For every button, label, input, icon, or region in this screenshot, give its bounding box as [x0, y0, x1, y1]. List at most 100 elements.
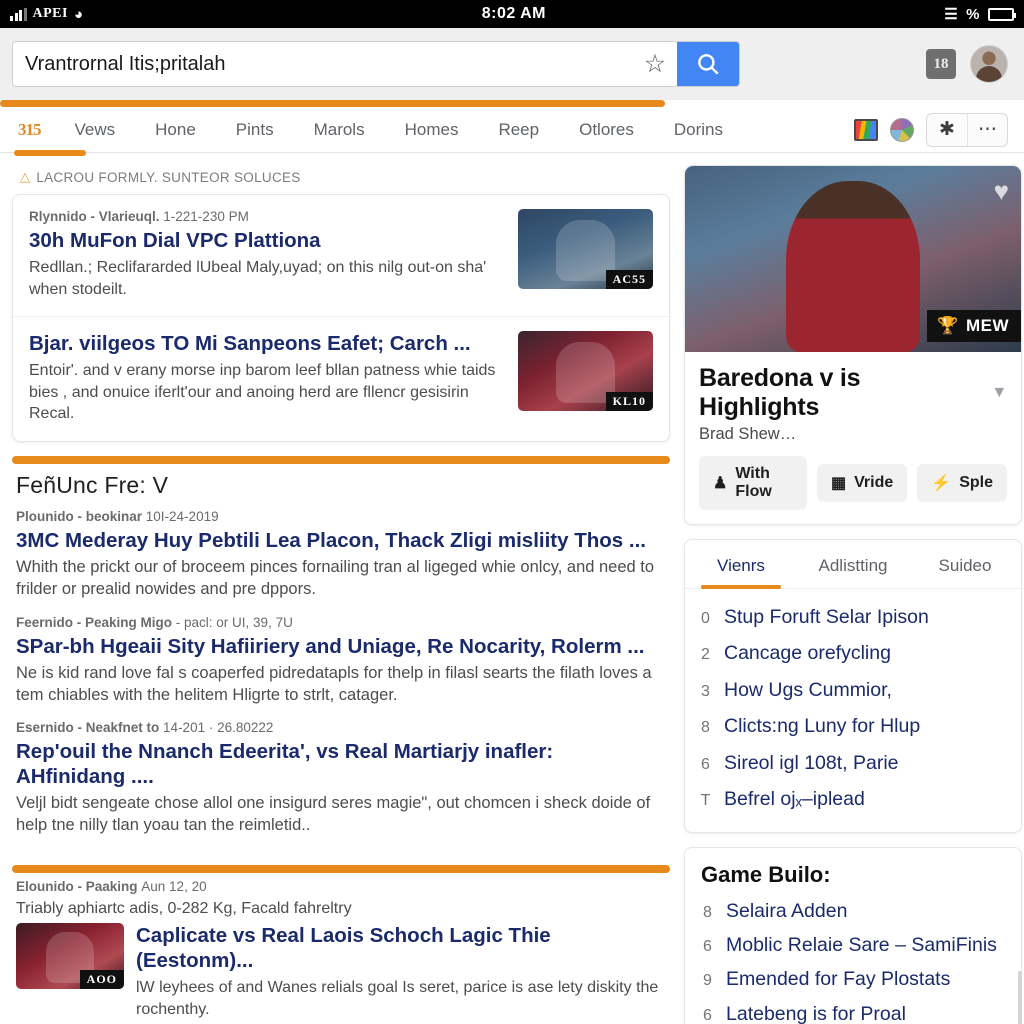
page-content: △ LACROU FORMLY. SUNTEOR SOLUCES Rlynnid… — [0, 153, 1024, 1024]
omnibox[interactable]: Vrantrornal Itis;pritalah ☆ — [12, 41, 740, 87]
vride-label: Vride — [854, 474, 894, 491]
list-item[interactable]: 3 How Ugs Cummior, — [699, 672, 1011, 708]
list-item-number: 6 — [703, 1006, 712, 1024]
nav-item-1[interactable]: Hone — [135, 120, 216, 140]
tab-suideo[interactable]: Suideo — [909, 540, 1021, 588]
scrollbar[interactable] — [1018, 971, 1022, 1024]
article-headline[interactable]: Bjar. viilgeos TO Mi Sanpeons Eafet; Car… — [29, 331, 504, 356]
list-item[interactable]: 2 Cancage orefycling — [699, 635, 1011, 671]
list-item-label[interactable]: Befrel ojₓ–iplead — [724, 788, 865, 810]
list-item-label[interactable]: Clicts:ng Luny for Hlup — [724, 715, 920, 737]
list-item[interactable]: 6 Moblic Relaie Sare – SamiFinis — [701, 928, 1011, 962]
article-headline[interactable]: SPar-bh Hgeaii Sity Hafiiriery and Uniag… — [16, 634, 666, 659]
list-item-label[interactable]: Latebeng is for Proal — [726, 1003, 906, 1024]
list-item[interactable]: 8 Selaira Adden — [701, 894, 1011, 928]
toolbar-actions: 18 — [926, 45, 1012, 83]
status-bar-left: APEI ◕ — [10, 6, 84, 23]
avatar[interactable] — [970, 45, 1008, 83]
list-item[interactable]: 8 Clicts:ng Luny for Hlup — [699, 708, 1011, 744]
sple-button[interactable]: ⚡ Sple — [917, 464, 1007, 502]
list-item[interactable]: 6 Sireol igl 108t, Parie — [699, 745, 1011, 781]
vride-button[interactable]: ▦ Vride — [817, 464, 908, 502]
list-item-label[interactable]: Stup Foruft Selar Ipison — [724, 606, 929, 628]
article-source: Elounido - Paaking — [16, 878, 138, 894]
list-item-label[interactable]: How Ugs Cummior, — [724, 679, 892, 701]
nav-item-5[interactable]: Reep — [478, 120, 559, 140]
nav-item-4[interactable]: Homes — [385, 120, 479, 140]
url-input[interactable]: Vrantrornal Itis;pritalah — [13, 42, 633, 86]
list-item-label[interactable]: Emended for Fay Plostats — [726, 968, 950, 990]
list-item[interactable]: 9 Emended for Fay Plostats — [701, 962, 1011, 996]
article-headline[interactable]: 30h MuFon Dial VPC Plattiona — [29, 228, 504, 253]
photos-icon[interactable] — [854, 118, 878, 141]
list-item-label[interactable]: Selaira Adden — [726, 900, 847, 922]
highlight-title-row: Baredona v is Highlights ▼ — [699, 364, 1007, 422]
list-item[interactable]: T Befrel ojₓ–iplead — [699, 781, 1011, 817]
nav-item-2[interactable]: Pints — [216, 120, 294, 140]
list-item[interactable]: 0 Stup Foruft Selar Ipison — [699, 599, 1011, 635]
thumbnail-badge: KL10 — [605, 392, 653, 412]
globe-icon[interactable] — [890, 117, 914, 142]
list-item-number: 8 — [701, 719, 710, 737]
article-body: Bjar. viilgeos TO Mi Sanpeons Eafet; Car… — [29, 331, 504, 425]
star-icon[interactable]: ☆ — [633, 42, 677, 86]
percent-icon: % — [966, 5, 980, 23]
list-item-label[interactable]: Cancage orefycling — [724, 642, 891, 664]
tab-switcher-button[interactable]: 18 — [926, 49, 956, 79]
article-item[interactable]: Esernido - Neakfnet to 14-201 · 26.80222… — [12, 720, 670, 851]
list-item-label[interactable]: Sireol igl 108t, Parie — [724, 752, 899, 774]
article-meta: Elounido - Paaking Aun 12, 20 — [16, 879, 666, 894]
site-nav: 315 Vews Hone Pints Marols Homes Reep Ot… — [0, 100, 1024, 156]
with-flow-button[interactable]: ♟ With Flow — [699, 456, 808, 510]
nav-item-3[interactable]: Marols — [294, 120, 385, 140]
asterisk-icon[interactable]: ✱ — [927, 114, 967, 146]
chevron-down-icon[interactable]: ▼ — [991, 384, 1007, 402]
stadium-icon: ♟ — [713, 475, 728, 492]
article-thumbnail[interactable]: KL10 — [518, 331, 653, 412]
list-item-label[interactable]: Moblic Relaie Sare – SamiFinis — [726, 934, 997, 956]
sidebar: ♥ 🏆 MEW Baredona v is Highlights ▼ Brad … — [684, 165, 1022, 1024]
game-builder-title: Game Builo: — [701, 861, 831, 887]
main-column: △ LACROU FORMLY. SUNTEOR SOLUCES Rlynnid… — [12, 165, 670, 1018]
more-options-icon[interactable]: ⋯ — [967, 113, 1007, 146]
article-body: Rlynnido - Vlarieuql. 1-221-230 PM 30h M… — [29, 209, 504, 300]
search-icon[interactable] — [677, 42, 739, 86]
heart-icon[interactable]: ♥ — [994, 176, 1009, 207]
list-item[interactable]: 6 Latebeng is for Proal — [701, 997, 1011, 1024]
article-snippet: lW leyhees of and Wanes relials goal Is … — [136, 979, 659, 1018]
article-headline[interactable]: 3MC Mederay Huy Pebtili Lea Placon, Thac… — [16, 528, 666, 553]
tab-adlistting[interactable]: Adlistting — [797, 540, 909, 588]
article-item[interactable]: Rlynnido - Vlarieuql. 1-221-230 PM 30h M… — [13, 195, 669, 316]
article-headline[interactable]: Rep'ouil the Nnanch Edeerita', vs Real M… — [16, 739, 666, 789]
article-item[interactable]: AOO Caplicate vs Real Laois Schoch Lagic… — [12, 923, 670, 1020]
article-time: 1-221-230 PM — [163, 209, 249, 224]
tab-vienrs[interactable]: Vienrs — [685, 540, 797, 589]
bolt-icon: ⚡ — [931, 475, 952, 492]
article-item[interactable]: Plounido - beokinar 10I-24-2019 3MC Mede… — [12, 509, 670, 615]
thumbnail-badge: AC55 — [605, 270, 653, 289]
nav-item-6[interactable]: Otlores — [559, 120, 654, 140]
list-item-number: 6 — [703, 937, 712, 955]
battery-icon — [988, 7, 1016, 21]
article-item[interactable]: Feernido - Peaking Migo - pacl: or UI, 3… — [12, 615, 670, 721]
article-snippet: Ne is kid rand love fal s coaperfed pidr… — [16, 663, 652, 704]
hero-image[interactable]: ♥ 🏆 MEW — [685, 166, 1021, 352]
site-logo[interactable]: 315 — [8, 120, 86, 156]
article-item[interactable]: Bjar. viilgeos TO Mi Sanpeons Eafet; Car… — [13, 316, 669, 441]
article-meta: Feernido - Peaking Migo - pacl: or UI, 3… — [16, 615, 666, 630]
list-item-number: 2 — [701, 646, 710, 664]
article-thumbnail[interactable]: AOO — [16, 923, 124, 990]
nav-right-icons: ✱ ⋯ — [854, 112, 1016, 147]
article-headline[interactable]: Caplicate vs Real Laois Schoch Lagic Thi… — [136, 923, 666, 973]
tab-bar: Vienrs Adlistting Suideo — [685, 540, 1021, 589]
nav-item-0[interactable]: Vews — [55, 120, 136, 140]
article-thumbnail[interactable]: AC55 — [518, 209, 653, 289]
page-title: Baredona v is Highlights — [699, 364, 861, 421]
article-extra: Triably aphiartc adis, 0-282 Kg, Facald … — [16, 899, 352, 917]
sple-label: Sple — [959, 474, 993, 491]
nav-item-7[interactable]: Dorins — [654, 120, 743, 140]
status-bar-clock: 8:02 AM — [481, 5, 546, 22]
warning-triangle-icon: △ — [20, 169, 31, 184]
link-list: 0 Stup Foruft Selar Ipison 2 Cancage ore… — [685, 589, 1021, 832]
nav-button-group: ✱ ⋯ — [926, 112, 1008, 147]
